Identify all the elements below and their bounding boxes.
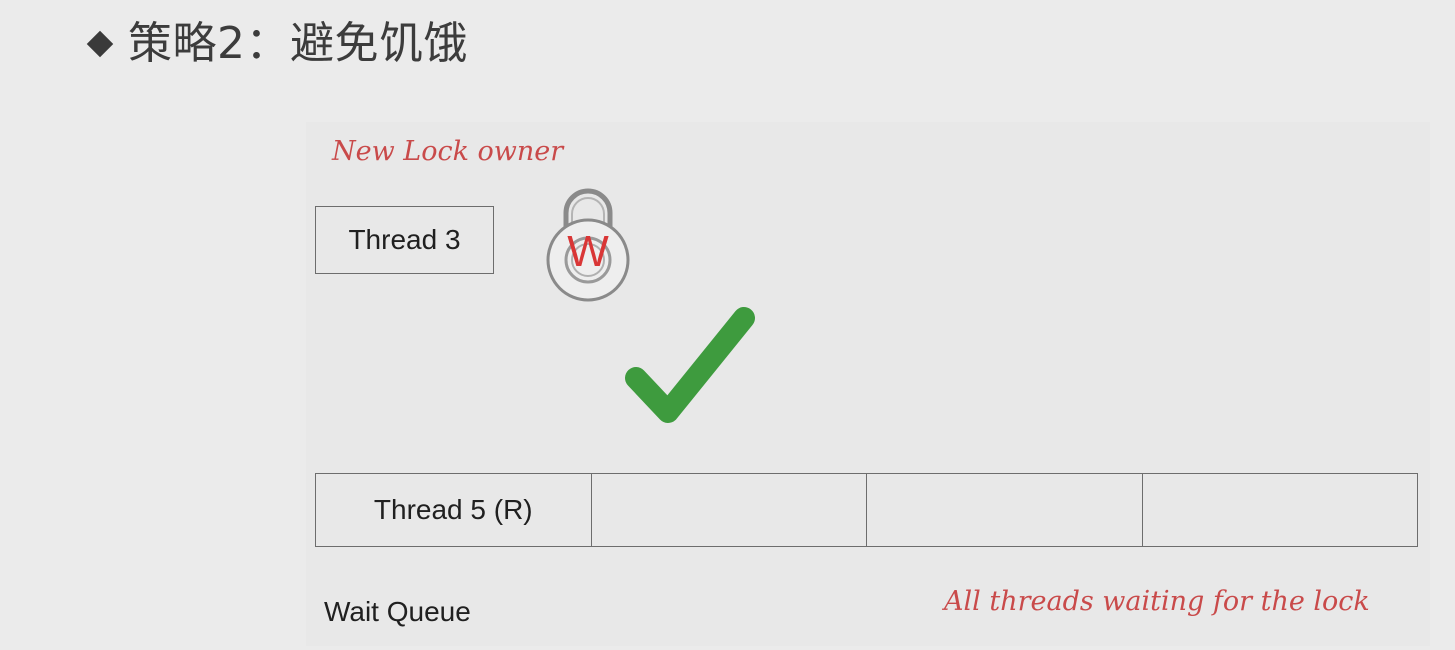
checkmark-icon	[625, 307, 755, 423]
owner-annotation: New Lock owner	[332, 136, 564, 167]
queue-slot	[867, 474, 1143, 546]
padlock-icon: W	[546, 188, 630, 302]
owner-thread-box: Thread 3	[315, 206, 494, 274]
queue-slot	[592, 474, 867, 546]
diagram-panel: New Lock owner Thread 3 W Thread 5 (R) W…	[306, 122, 1430, 646]
lock-mode-letter: W	[567, 227, 609, 276]
queue-annotation: All threads waiting for the lock	[944, 586, 1370, 617]
title-text: 策略2：避免饥饿	[128, 18, 468, 69]
queue-slot	[1143, 474, 1418, 546]
owner-thread-label: Thread 3	[348, 224, 461, 255]
wait-queue: Thread 5 (R)	[315, 473, 1418, 547]
diamond-bullet-icon	[86, 30, 114, 58]
slide-title: 策略2：避免饥饿	[86, 14, 468, 74]
wait-queue-label: Wait Queue	[324, 596, 471, 627]
queue-slot: Thread 5 (R)	[316, 474, 592, 546]
